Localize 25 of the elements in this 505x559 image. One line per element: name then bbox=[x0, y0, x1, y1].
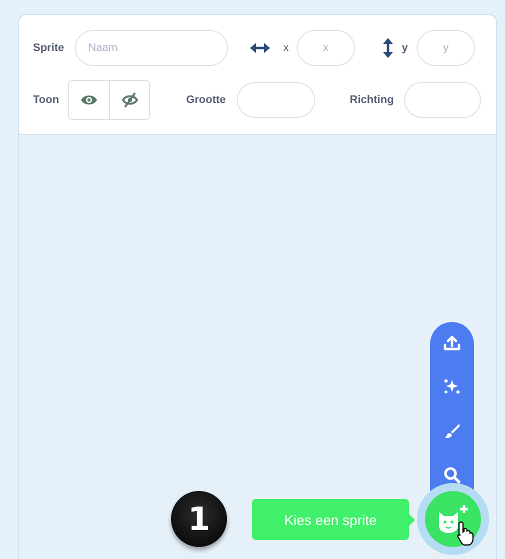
vertical-arrow-icon bbox=[382, 38, 394, 58]
size-field[interactable] bbox=[236, 82, 315, 118]
size-label: Grootte bbox=[186, 94, 226, 106]
cat-plus-icon bbox=[436, 504, 470, 534]
x-label: x bbox=[283, 42, 289, 54]
tooltip: Kies een sprite bbox=[252, 499, 409, 540]
search-button[interactable] bbox=[441, 464, 463, 486]
tooltip-arrow-icon bbox=[409, 514, 415, 526]
show-label: Toon bbox=[33, 94, 60, 106]
y-field[interactable]: y bbox=[416, 30, 475, 66]
hand-cursor-icon bbox=[456, 520, 476, 546]
direction-label: Richting bbox=[350, 94, 394, 106]
y-label: y bbox=[402, 42, 408, 54]
sprite-label: Sprite bbox=[33, 42, 64, 54]
horizontal-arrow-icon bbox=[250, 42, 270, 54]
eye-icon bbox=[80, 94, 98, 106]
upload-icon bbox=[443, 334, 461, 352]
sprite-name-field[interactable]: Naam bbox=[75, 30, 228, 66]
x-field[interactable]: x bbox=[296, 30, 355, 66]
step-badge: 1 bbox=[171, 491, 227, 547]
search-icon bbox=[443, 466, 461, 484]
paintbrush-icon bbox=[443, 422, 461, 440]
crossed-eye-icon bbox=[120, 92, 139, 108]
direction-field[interactable] bbox=[404, 82, 481, 118]
sparkle-icon bbox=[443, 378, 461, 396]
